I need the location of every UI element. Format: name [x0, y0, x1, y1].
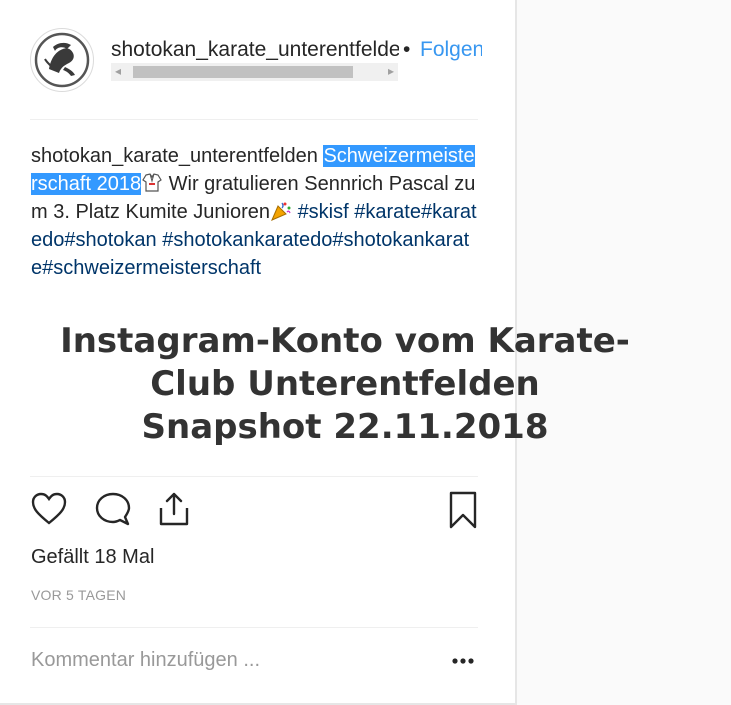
header-user-row: shotokan_karate_unterentfelden • Folgen [111, 38, 482, 64]
overlay-caption: Instagram-Konto vom Karate- Club Unteren… [0, 320, 690, 449]
post-timestamp[interactable]: VOR 5 TAGEN [31, 587, 126, 603]
tiger-logo-icon [34, 32, 90, 88]
speech-bubble-icon[interactable] [94, 490, 132, 533]
hashtag-link[interactable]: #schweizermeisterschaft [42, 257, 261, 279]
separator-dot: • [403, 38, 411, 61]
comment-input[interactable]: Kommentar hinzufügen ... [31, 649, 260, 672]
hashtag-link[interactable]: #skisf [298, 201, 349, 223]
karate-gi-emoji-icon [141, 172, 163, 194]
scrollbar-thumb[interactable] [133, 66, 353, 78]
heart-icon[interactable] [30, 490, 68, 533]
avatar[interactable] [30, 28, 94, 92]
hashtag-link[interactable]: #karate [354, 201, 421, 223]
overlay-line: Snapshot 22.11.2018 [141, 407, 549, 447]
more-options-icon[interactable] [451, 651, 475, 676]
party-popper-emoji-icon [270, 200, 292, 222]
overlay-line: Instagram-Konto vom Karate- [60, 321, 630, 361]
hashtag-link[interactable]: #shotokankaratedo [162, 229, 332, 251]
divider [30, 627, 478, 628]
post-caption: shotokan_karate_unterentfelden Schweizer… [31, 142, 479, 282]
caption-username-link[interactable]: shotokan_karate_unterentfelden [31, 145, 318, 167]
scroll-left-arrow-icon[interactable]: ◂ [115, 64, 121, 78]
share-icon[interactable] [155, 490, 193, 533]
username-link[interactable]: shotokan_karate_unterentfelden [111, 38, 399, 62]
divider [30, 476, 478, 477]
horizontal-scrollbar[interactable]: ◂ ▸ [111, 63, 398, 81]
hashtag-link[interactable]: #shotokan [64, 229, 156, 251]
bookmark-icon[interactable] [445, 490, 481, 535]
post-actions [30, 490, 480, 534]
overlay-line: Club Unterentfelden [150, 364, 540, 404]
divider [30, 119, 478, 120]
scroll-right-arrow-icon[interactable]: ▸ [388, 64, 394, 78]
likes-count[interactable]: Gefällt 18 Mal [31, 546, 154, 569]
follow-button[interactable]: Folgen [420, 38, 482, 62]
